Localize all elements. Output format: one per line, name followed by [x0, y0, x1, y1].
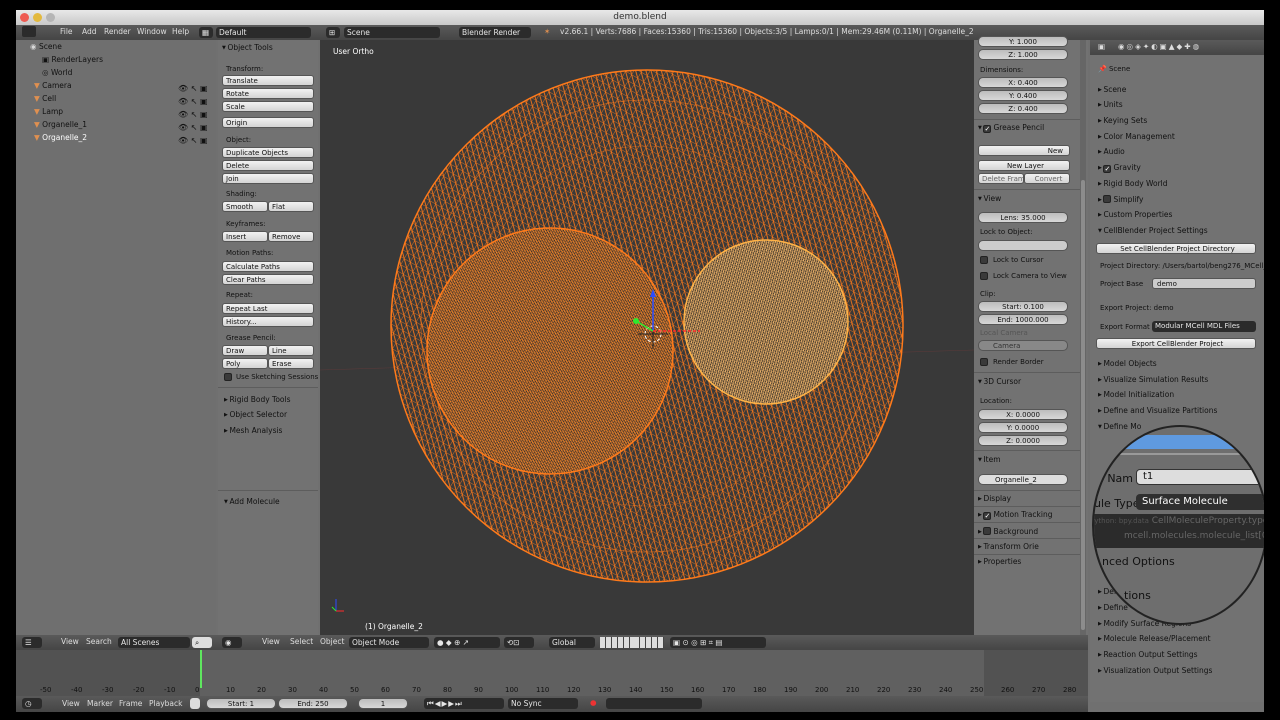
molecule-type-label: ule Type — [1094, 497, 1140, 510]
molecule-release-section[interactable]: Molecule Release/Placement — [1098, 634, 1210, 643]
frame-tick-label: 150 — [660, 686, 674, 694]
frame-tick-label: 10 — [226, 686, 235, 694]
define-molecules-section[interactable]: Define Mo — [1098, 422, 1141, 431]
frame-tick-label: 120 — [567, 686, 581, 694]
timeline-editor-type-icon[interactable]: ◷ — [22, 698, 42, 709]
export-format-label: Export Format — [1100, 323, 1150, 331]
frame-tick-label: -50 — [40, 686, 52, 694]
audio-section[interactable]: Audio — [1098, 147, 1124, 156]
record-icon[interactable]: ● — [590, 697, 597, 709]
partitions-section[interactable]: Define and Visualize Partitions — [1098, 406, 1217, 415]
visualize-results-section[interactable]: Visualize Simulation Results — [1098, 375, 1208, 384]
preview-range-icon[interactable] — [190, 698, 200, 709]
project-base-label: Project Base — [1100, 280, 1144, 288]
model-objects-section[interactable]: Model Objects — [1098, 359, 1156, 368]
frame-tick-label: -30 — [102, 686, 114, 694]
tooltip: Python: bpy.data CellMoleculeProperty.ty… — [1094, 514, 1264, 548]
frame-tick-label: 60 — [381, 686, 390, 694]
custom-properties-section[interactable]: Custom Properties — [1098, 210, 1172, 219]
frame-tick-label: 240 — [939, 686, 953, 694]
frame-tick-label: 140 — [629, 686, 643, 694]
timeline[interactable]: -50 -40 -30 -20 -10 0 10 20 30 40 50 60 70 80 90 100 110… — [16, 650, 1088, 696]
frame-tick-label: 80 — [443, 686, 452, 694]
frame-tick-label: 100 — [505, 686, 519, 694]
sync-dropdown[interactable]: No Sync — [508, 698, 578, 709]
start-frame-field[interactable]: Start: 1 — [206, 698, 276, 709]
export-format-dropdown[interactable]: Modular MCell MDL Files — [1152, 321, 1256, 332]
frame-tick-label: 220 — [877, 686, 891, 694]
color-management-section[interactable]: Color Management — [1098, 132, 1174, 141]
project-directory-label: Project Directory: /Users/bartol/beng276… — [1100, 262, 1264, 270]
timeline-playback-menu[interactable]: Playback — [149, 698, 182, 710]
visualization-output-section[interactable]: Visualization Output Settings — [1098, 666, 1212, 675]
frame-tick-label: 270 — [1032, 686, 1046, 694]
cellblender-project-settings-section[interactable]: CellBlender Project Settings — [1098, 226, 1207, 235]
frame-tick-label: 170 — [722, 686, 736, 694]
frame-tick-label: -20 — [133, 686, 145, 694]
frame-tick-label: 30 — [288, 686, 297, 694]
timeline-view-menu[interactable]: View — [62, 698, 80, 710]
frame-ruler: -50 -40 -30 -20 -10 0 10 20 30 40 50 60 70 80 90 100 110… — [16, 10, 1088, 712]
end-frame-field[interactable]: End: 250 — [278, 698, 348, 709]
molecule-name-label: le Nam — [1094, 472, 1134, 485]
properties-editor: ▣ ◉◎◈✦◐▣▲◆✚◍ 📌 Scene Scene Units Keying … — [1090, 40, 1264, 702]
frame-tick-label: 190 — [784, 686, 798, 694]
frame-tick-label: 50 — [350, 686, 359, 694]
frame-tick-label: 40 — [319, 686, 328, 694]
playback-controls[interactable]: ⏮◀▶▶⏭ — [424, 698, 504, 709]
molecule-list-selected-row[interactable] — [1124, 435, 1264, 449]
editor-type-icon[interactable]: ▣ — [1098, 41, 1105, 53]
frame-tick-label: 280 — [1063, 686, 1077, 694]
define-section-b[interactable]: Define — [1098, 603, 1127, 612]
frame-tick-label: 210 — [846, 686, 860, 694]
frame-tick-label: -10 — [164, 686, 176, 694]
frame-tick-label: 110 — [536, 686, 550, 694]
context-tab-icons[interactable]: ◉◎◈✦◐▣▲◆✚◍ — [1118, 41, 1201, 53]
frame-tick-label: 260 — [1001, 686, 1015, 694]
frame-tick-label: 90 — [474, 686, 483, 694]
properties-tabs[interactable]: ▣ ◉◎◈✦◐▣▲◆✚◍ — [1090, 40, 1264, 55]
molecule-type-dropdown[interactable]: Surface Molecule — [1136, 494, 1264, 510]
set-project-directory-button[interactable]: Set CellBlender Project Directory — [1096, 243, 1256, 254]
frame-tick-label: 160 — [691, 686, 705, 694]
frame-tick-label: 230 — [908, 686, 922, 694]
divider — [1110, 453, 1260, 455]
export-project-label: Export Project: demo — [1100, 304, 1174, 312]
keying-sets-section[interactable]: Keying Sets — [1098, 116, 1147, 125]
units-section[interactable]: Units — [1098, 100, 1122, 109]
frame-tick-label: 0 — [195, 686, 200, 694]
frame-tick-label: 180 — [753, 686, 767, 694]
current-frame-field[interactable]: 1 — [358, 698, 408, 709]
blender-window: demo.blend File Add Render Window Help ▦… — [16, 10, 1264, 712]
export-cellblender-project-button[interactable]: Export CellBlender Project — [1096, 338, 1256, 349]
frame-tick-label: 130 — [598, 686, 612, 694]
frame-tick-label: 20 — [257, 686, 266, 694]
scene-section[interactable]: Scene — [1098, 85, 1126, 94]
keying-set-field[interactable] — [606, 698, 702, 709]
gravity-section[interactable]: ✓Gravity — [1098, 163, 1141, 173]
molecule-name-field[interactable]: t1 — [1136, 469, 1264, 485]
timeline-header: ◷ View Marker Frame Playback Start: 1 En… — [16, 696, 1088, 712]
frame-tick-label: -40 — [71, 686, 83, 694]
frame-tick-label: 70 — [412, 686, 421, 694]
zoom-magnifier: le Nam t1 ule Type Surface Molecule Pyth… — [1092, 425, 1264, 625]
advanced-options-section[interactable]: nced Options — [1102, 555, 1175, 568]
rigid-body-world-section[interactable]: Rigid Body World — [1098, 179, 1167, 188]
scene-breadcrumb: 📌 Scene — [1098, 65, 1131, 73]
model-initialization-section[interactable]: Model Initialization — [1098, 390, 1174, 399]
timeline-marker-menu[interactable]: Marker — [87, 698, 113, 710]
frame-tick-label: 250 — [970, 686, 984, 694]
project-base-field[interactable]: demo — [1152, 278, 1256, 289]
simplify-section[interactable]: Simplify — [1098, 194, 1143, 204]
actions-section[interactable]: tions — [1124, 589, 1151, 602]
timeline-frame-menu[interactable]: Frame — [119, 698, 142, 710]
frame-tick-label: 200 — [815, 686, 829, 694]
reaction-output-section[interactable]: Reaction Output Settings — [1098, 650, 1197, 659]
